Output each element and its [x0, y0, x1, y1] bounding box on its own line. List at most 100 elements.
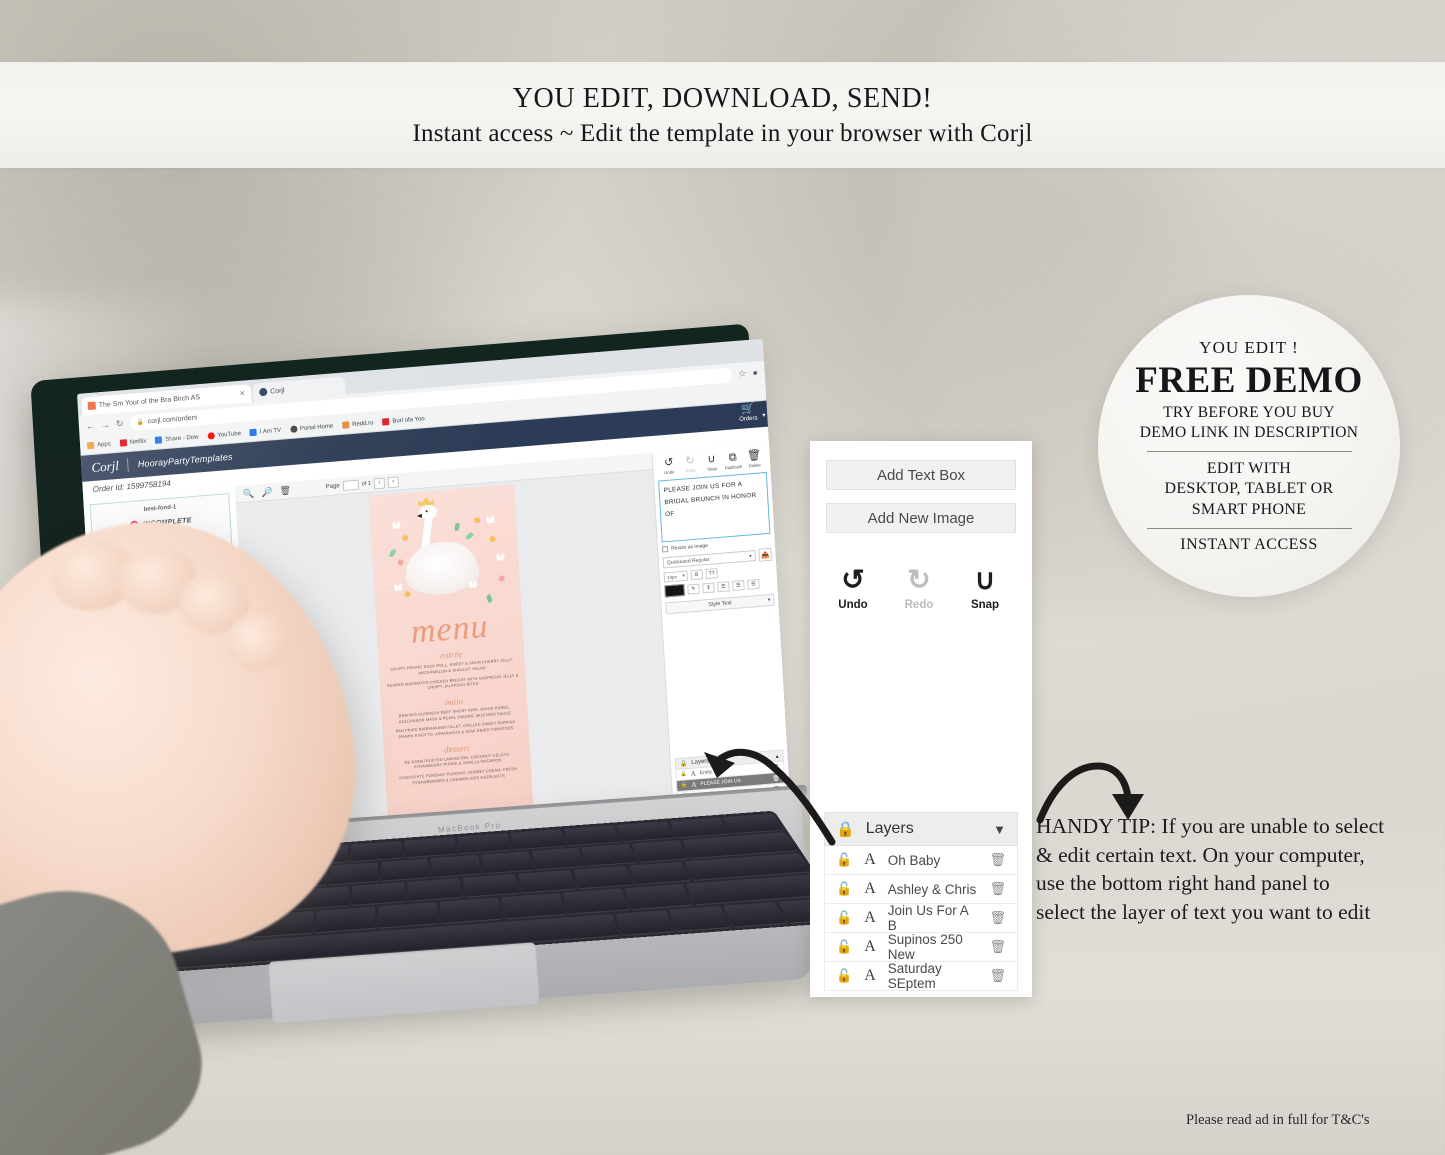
flower-icon: [489, 535, 496, 543]
layer-row[interactable]: 🔓 A Oh Baby 🗑: [824, 846, 1018, 875]
butterfly-icon: [394, 584, 402, 592]
swan-illustration: [369, 484, 522, 626]
trash-icon[interactable]: 🗑: [772, 774, 780, 782]
delete-button[interactable]: 🗑 Delete: [743, 449, 765, 469]
line-height-button[interactable]: ⇕: [702, 582, 715, 594]
trash-icon[interactable]: 🗑: [279, 485, 291, 497]
duplicate-button[interactable]: ⧉ Duplicate: [722, 451, 744, 471]
lock-open-icon[interactable]: 🔓: [836, 910, 852, 926]
flower-icon: [402, 534, 409, 542]
italic-button[interactable]: TT: [705, 568, 718, 580]
align-left-button[interactable]: ☰: [717, 581, 730, 593]
lock-open-icon[interactable]: 🔓: [680, 771, 687, 777]
bookmark-item[interactable]: Apps: [86, 440, 111, 450]
font-upload-button[interactable]: 📤: [758, 547, 773, 562]
badge-sub2: DEMO LINK IN DESCRIPTION: [1139, 424, 1359, 442]
bookmark-item[interactable]: Redd.ru: [341, 419, 374, 429]
font-size-select[interactable]: 14px ▾: [663, 570, 689, 583]
page-label: Page: [325, 483, 340, 491]
template-canvas[interactable]: menu entrée CRISPY PEKING DUCK ROLL, SWE…: [368, 484, 535, 832]
butterfly-icon: [392, 521, 400, 529]
bookmark-item[interactable]: I Am TV: [249, 427, 282, 437]
undo-button[interactable]: ↺ Undo: [658, 456, 680, 476]
trash-icon[interactable]: 🗑: [771, 763, 780, 771]
layers-header[interactable]: 🔒 Layers ▼: [824, 812, 1018, 846]
snap-button[interactable]: ∪ Snap: [700, 453, 722, 472]
zoom-out-icon[interactable]: 🔎: [261, 486, 273, 498]
lock-open-icon[interactable]: 🔓: [836, 939, 852, 955]
redo-button[interactable]: ↻ Redo: [897, 564, 941, 612]
next-page-button[interactable]: ›: [387, 475, 400, 488]
corjl-tool-panel-callout: Add Text Box Add New Image ↺ Undo ↻ Redo…: [810, 441, 1032, 997]
delete-label: Delete: [748, 462, 761, 469]
star-icon[interactable]: ☆: [738, 368, 747, 380]
layer-row[interactable]: 🔓 A Ashley & Chris 🗑: [824, 875, 1018, 904]
layer-name: Saturday SEptem: [887, 961, 942, 991]
editor-layer-name: Emily: [699, 769, 713, 777]
redo-icon: ↻: [907, 564, 931, 595]
page-input[interactable]: [342, 479, 360, 491]
badge-mid1: EDIT WITH: [1206, 459, 1292, 477]
lock-open-icon[interactable]: 🔓: [836, 852, 852, 868]
free-demo-badge: YOU EDIT ! FREE DEMO TRY BEFORE YOU BUY …: [1098, 295, 1400, 597]
close-icon[interactable]: ✕: [239, 389, 245, 397]
reload-icon[interactable]: ↻: [116, 418, 124, 430]
style-text-accordion[interactable]: Style Text ▾: [665, 593, 775, 615]
undo-label: Undo: [838, 599, 868, 611]
flower-icon: [498, 575, 505, 582]
layer-row[interactable]: 🔓 A Join Us For A B 🗑: [824, 903, 1018, 933]
align-center-button[interactable]: ☰: [732, 580, 745, 592]
zoom-in-icon[interactable]: 🔍: [243, 488, 255, 500]
lock-open-icon[interactable]: 🔓: [836, 968, 852, 984]
bookmark-item[interactable]: Burl ofa Yoo: [382, 415, 425, 426]
align-right-button[interactable]: ☰: [747, 578, 760, 590]
cart-icon: 🛒: [740, 402, 755, 416]
layers-title: Layers: [865, 820, 914, 837]
text-editor-field[interactable]: PLEASE JOIN US FOR A BRIDAL BRUNCH IN HO…: [658, 471, 771, 543]
add-new-image-button[interactable]: Add New Image: [826, 503, 1016, 533]
lock-open-icon[interactable]: 🔓: [836, 881, 852, 897]
snap-button[interactable]: ∪ Snap: [963, 566, 1007, 612]
arrow-right-icon[interactable]: →: [101, 419, 111, 430]
redo-button[interactable]: ↻ Redo: [679, 455, 701, 474]
lock-closed-icon: 🔒: [679, 760, 688, 768]
redo-icon: ↻: [685, 454, 696, 468]
handy-tip-line-2: & edit certain text. On your computer,: [1036, 842, 1365, 867]
header-divider: [127, 458, 130, 473]
badge-headline: FREE DEMO: [1135, 359, 1363, 401]
bookmark-item[interactable]: YouTube: [207, 430, 241, 440]
profile-icon[interactable]: ●: [752, 367, 758, 377]
color-swatch[interactable]: [664, 583, 685, 598]
corjl-logo: Corjl: [90, 457, 120, 476]
undo-button[interactable]: ↺ Undo: [831, 566, 875, 612]
trash-icon[interactable]: 🗑: [989, 968, 1006, 984]
chevron-down-icon[interactable]: ▼: [993, 822, 1006, 837]
tab-title: Corjl: [269, 386, 285, 395]
eyedropper-button[interactable]: ✎: [687, 583, 700, 595]
chevron-down-icon[interactable]: ▾: [762, 412, 765, 419]
orders-button[interactable]: 🛒 Orders: [738, 402, 758, 423]
banner-headline: YOU EDIT, DOWNLOAD, SEND!: [512, 82, 933, 114]
leaf-icon: [454, 522, 460, 532]
trash-icon[interactable]: 🗑: [989, 910, 1006, 926]
add-text-box-button[interactable]: Add Text Box: [826, 460, 1016, 490]
layer-name: Supinos 250 New: [887, 932, 963, 962]
undo-icon: ↺: [663, 456, 674, 470]
prev-page-button[interactable]: ‹: [373, 477, 386, 489]
badge-divider: [1146, 450, 1352, 452]
lock-open-icon[interactable]: 🔓: [681, 782, 688, 788]
layer-name: Ashley & Chris: [887, 881, 977, 897]
magnet-icon: ∪: [707, 452, 716, 466]
bold-button[interactable]: B: [690, 569, 704, 581]
bookmark-item[interactable]: Netflix: [119, 438, 147, 447]
trash-icon[interactable]: 🗑: [989, 939, 1006, 955]
layer-row[interactable]: 🔓 A Supinos 250 New 🗑: [824, 932, 1018, 962]
bookmark-item[interactable]: Share - Dow: [155, 433, 199, 444]
layer-row[interactable]: 🔓 A Saturday SEptem 🗑: [824, 961, 1018, 991]
duplicate-label: Duplicate: [724, 463, 743, 471]
trash-icon[interactable]: 🗑: [989, 881, 1006, 897]
trash-icon[interactable]: 🗑: [989, 852, 1006, 868]
handy-tip-line-4: select the layer of text you want to edi…: [1036, 899, 1371, 924]
arrow-left-icon[interactable]: ←: [86, 421, 96, 432]
bookmark-item[interactable]: Portal Home: [289, 423, 334, 433]
